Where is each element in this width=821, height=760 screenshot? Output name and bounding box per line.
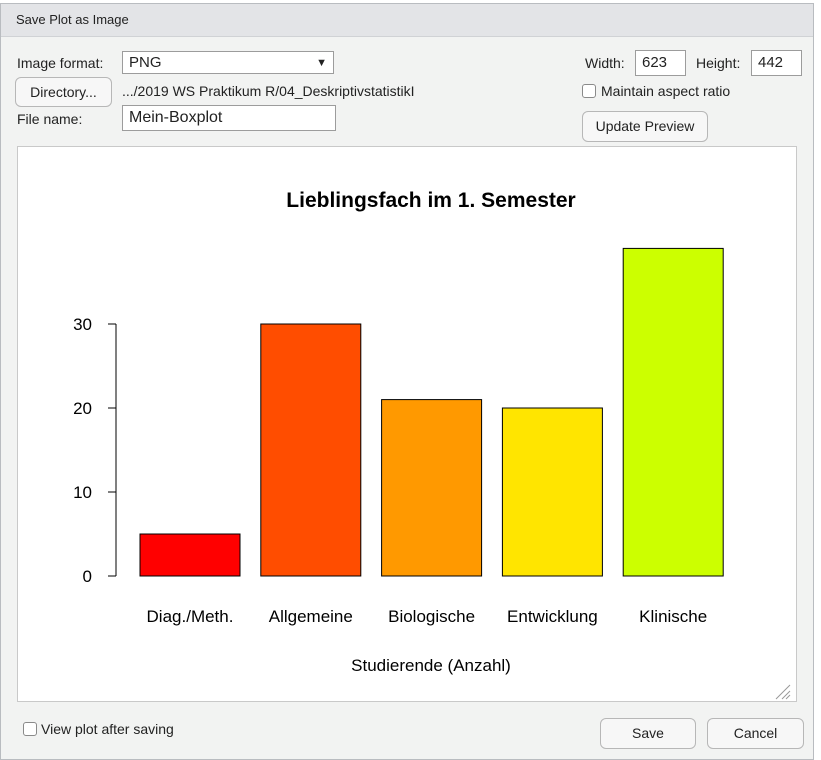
x-tick-label: Biologische [388, 607, 475, 626]
maintain-aspect-label: Maintain aspect ratio [601, 83, 731, 99]
maintain-aspect-checkbox[interactable] [582, 84, 596, 98]
view-after-saving-label: View plot after saving [41, 721, 174, 737]
directory-button[interactable]: Directory... [15, 77, 112, 107]
y-tick-label: 20 [73, 399, 92, 418]
update-preview-button[interactable]: Update Preview [582, 111, 708, 142]
height-input[interactable]: 442 [751, 50, 802, 76]
dialog-title: Save Plot as Image [1, 4, 813, 37]
bar [622, 247, 724, 577]
x-tick-label: Klinische [639, 607, 707, 626]
save-plot-dialog: Save Plot as Image Image format: PNG ▼ D… [0, 3, 814, 760]
bar [381, 399, 483, 577]
bar [260, 323, 362, 577]
dropdown-arrow-icon: ▼ [316, 57, 327, 69]
plot-preview: Lieblingsfach im 1. Semester Studierende… [17, 146, 797, 702]
image-format-select[interactable]: PNG ▼ [122, 51, 334, 74]
bar-chart: Lieblingsfach im 1. Semester Studierende… [73, 189, 791, 700]
bar [139, 533, 241, 577]
file-name-input[interactable]: Mein-Boxplot [122, 105, 336, 131]
resize-grip-icon[interactable] [775, 684, 791, 700]
x-axis-label: Studierende (Anzahl) [351, 656, 511, 675]
cancel-button[interactable]: Cancel [707, 718, 804, 749]
image-format-label: Image format: [17, 55, 104, 71]
view-after-saving-checkbox[interactable] [23, 722, 37, 736]
bar [501, 407, 603, 577]
x-tick-label: Diag./Meth. [147, 607, 234, 626]
image-format-value: PNG [129, 54, 162, 71]
width-label: Width: [585, 55, 625, 71]
y-tick-label: 30 [73, 315, 92, 334]
y-tick-label: 0 [83, 567, 92, 586]
x-tick-label: Allgemeine [269, 607, 353, 626]
x-tick-label: Entwicklung [507, 607, 598, 626]
y-tick-label: 10 [73, 483, 92, 502]
height-label: Height: [696, 55, 741, 71]
save-button[interactable]: Save [600, 718, 696, 749]
width-input[interactable]: 623 [635, 50, 686, 76]
directory-path: .../2019 WS Praktikum R/04_Deskriptivsta… [122, 83, 415, 99]
chart-title: Lieblingsfach im 1. Semester [286, 189, 575, 212]
file-name-label: File name: [17, 111, 83, 127]
